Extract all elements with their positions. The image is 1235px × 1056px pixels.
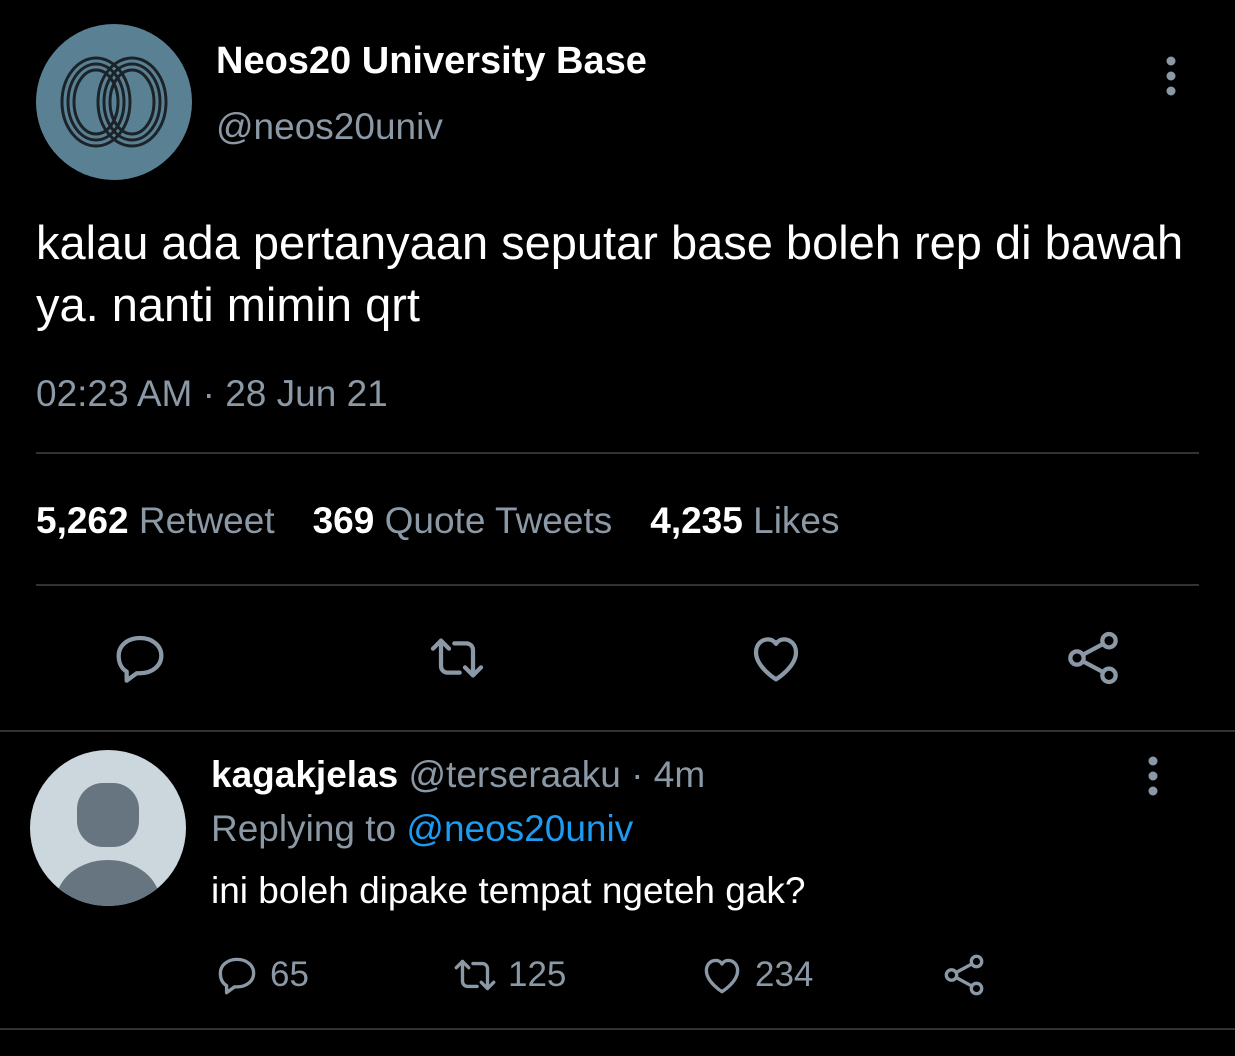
quote-count: 369 xyxy=(312,500,375,541)
heart-icon xyxy=(697,950,747,1000)
likes-count: 4,235 xyxy=(650,500,743,541)
tweet-timestamp[interactable]: 02:23 AM · 28 Jun 21 xyxy=(36,373,388,415)
default-avatar[interactable] xyxy=(30,750,186,906)
reply-share-button[interactable] xyxy=(939,950,997,1000)
retweet-icon xyxy=(450,950,500,1000)
likes-label: Likes xyxy=(753,500,840,541)
quote-stat[interactable]: 369 Quote Tweets xyxy=(313,500,613,542)
reply-retweet-button[interactable]: 125 xyxy=(450,950,566,1000)
reply-text: ini boleh dipake tempat ngeteh gak? xyxy=(211,870,806,911)
replying-prefix: Replying to xyxy=(211,808,397,849)
more-vertical-icon[interactable] xyxy=(1140,754,1166,798)
reply-header: kagakjelas @terseraaku · 4m xyxy=(211,754,705,796)
thread-divider xyxy=(0,730,1235,732)
reply-display-name[interactable]: kagakjelas xyxy=(211,754,398,795)
reply-icon[interactable] xyxy=(108,626,172,690)
likes-stat[interactable]: 4,235 Likes xyxy=(650,500,839,542)
default-profile-icon xyxy=(56,783,160,906)
reply-like-button[interactable]: 234 xyxy=(697,950,813,1000)
share-icon[interactable] xyxy=(1061,626,1125,690)
more-vertical-icon[interactable] xyxy=(1158,54,1184,98)
heart-icon[interactable] xyxy=(744,626,808,690)
divider xyxy=(36,584,1199,586)
tweet-stats: 5,262 Retweet 369 Quote Tweets 4,235 Lik… xyxy=(36,500,878,542)
tweet-text: kalau ada pertanyaan seputar base boleh … xyxy=(36,216,1184,331)
quote-label: Quote Tweets xyxy=(384,500,613,541)
reply-reply-button[interactable]: 65 xyxy=(212,950,309,1000)
replying-to-line: Replying to @neos20univ xyxy=(211,808,633,850)
reply-handle[interactable]: @terseraaku xyxy=(409,754,621,795)
retweet-label: Retweet xyxy=(138,500,275,541)
main-avatar[interactable] xyxy=(36,24,192,180)
reply-time: · 4m xyxy=(631,754,706,795)
interlocking-rings-logo-icon xyxy=(60,56,168,148)
divider xyxy=(36,452,1199,454)
retweet-icon[interactable] xyxy=(425,626,489,690)
share-icon xyxy=(939,950,989,1000)
retweet-count: 5,262 xyxy=(36,500,129,541)
retweet-count: 125 xyxy=(508,955,567,994)
reply-icon xyxy=(212,950,262,1000)
mention-link[interactable]: @neos20univ xyxy=(406,808,633,849)
divider xyxy=(0,1028,1235,1030)
reply-count: 65 xyxy=(270,955,309,994)
author-display-name[interactable]: Neos20 University Base xyxy=(216,40,647,83)
like-count: 234 xyxy=(755,955,814,994)
retweet-stat[interactable]: 5,262 Retweet xyxy=(36,500,275,542)
author-handle[interactable]: @neos20univ xyxy=(216,106,443,148)
